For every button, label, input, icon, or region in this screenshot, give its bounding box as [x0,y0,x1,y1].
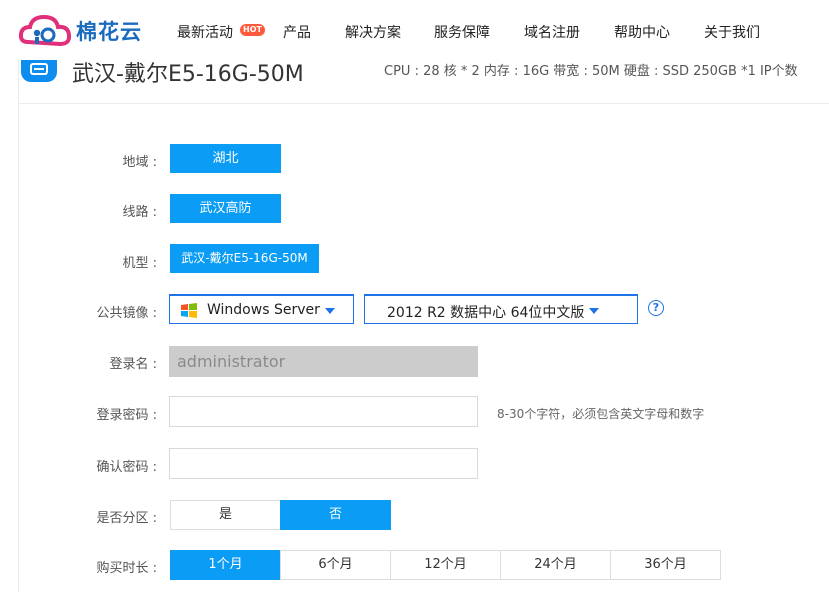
duration-12-months[interactable]: 12个月 [390,550,501,580]
os-select[interactable]: Windows Server [169,294,354,324]
nav-item-domain[interactable]: 域名注册 [524,22,580,42]
brand-name[interactable]: 棉花云 [76,16,142,46]
nav-item-help[interactable]: 帮助中心 [614,22,670,42]
duration-6-months[interactable]: 6个月 [280,550,391,580]
product-title: 武汉-戴尔E5-16G-50M [72,62,304,87]
nav-item-solutions[interactable]: 解决方案 [345,22,401,42]
partition-yes-option[interactable]: 是 [170,500,281,530]
line-label: 线路 : [122,205,157,220]
model-label: 机型 : [122,256,157,271]
nav-item-products[interactable]: 产品 [283,22,311,42]
login-name-input: administrator [169,346,478,377]
image-label: 公共镜像 : [96,306,157,321]
password-hint: 8-30个字符，必须包含英文字母和数字 [497,407,705,421]
product-specs: CPU : 28 核 * 2 内存 : 16G 带宽 : 50M 硬盘 : SS… [384,64,798,79]
duration-label: 购买时长 : [96,561,157,576]
nav-item-about[interactable]: 关于我们 [704,22,760,42]
login-password-label: 登录密码 : [96,408,157,423]
help-icon[interactable]: ? [648,300,664,316]
duration-36-months[interactable]: 36个月 [610,550,721,580]
duration-24-months[interactable]: 24个月 [500,550,611,580]
os-select-value: Windows Server [207,302,320,318]
line-wuhan-defense-button[interactable]: 武汉高防 [170,194,281,223]
top-navigation: 棉花云 最新活动 HOT 产品 解决方案 服务保障 域名注册 帮助中心 关于我们 [0,0,829,60]
model-button[interactable]: 武汉-戴尔E5-16G-50M [170,244,319,273]
region-label: 地域 : [122,155,157,170]
partition-no-option[interactable]: 否 [280,500,391,530]
nav-item-service[interactable]: 服务保障 [434,22,490,42]
chevron-down-icon [325,308,335,314]
windows-icon [180,302,198,322]
header-divider [18,103,829,104]
nav-item-latest-activity[interactable]: 最新活动 [177,22,233,42]
confirm-password-label: 确认密码 : [96,460,157,475]
region-hubei-button[interactable]: 湖北 [170,144,281,173]
version-select[interactable]: 2012 R2 数据中心 64位中文版 [364,294,638,324]
version-select-value: 2012 R2 数据中心 64位中文版 [387,305,585,321]
login-password-input[interactable] [169,396,478,427]
chevron-down-icon [589,308,599,314]
partition-label: 是否分区 : [96,511,157,526]
duration-1-month[interactable]: 1个月 [170,550,281,580]
confirm-password-input[interactable] [169,448,478,479]
hot-badge: HOT [240,24,265,36]
login-name-label: 登录名 : [109,357,157,372]
